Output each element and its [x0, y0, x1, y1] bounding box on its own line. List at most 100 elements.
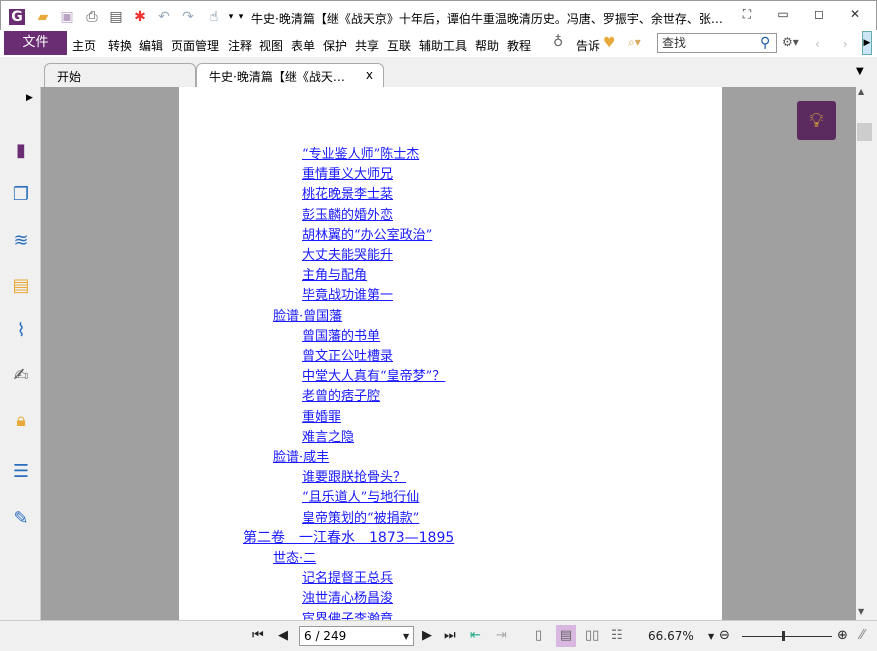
toc-link[interactable]: 大丈夫能哭能升 [302, 244, 393, 263]
security-lock-icon[interactable]: 🔒︎ [9, 409, 33, 433]
menu-share[interactable]: 共享 [355, 37, 379, 54]
expand-panel-icon[interactable]: ▶ [26, 93, 33, 103]
zoom-in-icon[interactable]: ⊕ [837, 628, 848, 643]
layers-icon[interactable]: ≋ [9, 229, 33, 253]
restore-button[interactable]: ◻ [809, 7, 829, 23]
tips-lightbulb-button[interactable]: 💡︎ [797, 101, 836, 140]
last-page-icon[interactable]: ⏭ [444, 628, 456, 643]
tab-start[interactable]: 开始 [44, 63, 196, 87]
page-dropdown-icon[interactable]: ▼ [403, 632, 409, 641]
toc-link[interactable]: 胡林翼的“办公室政治” [302, 224, 432, 243]
single-page-icon[interactable]: ▯ [535, 628, 542, 643]
menu-page-manage[interactable]: 页面管理 [171, 37, 219, 54]
toc-link[interactable]: 主角与配角 [302, 264, 367, 283]
toc-link[interactable]: 重情重义大师兄 [302, 163, 393, 182]
menu-protect[interactable]: 保护 [323, 37, 347, 54]
menu-accessibility[interactable]: 辅助工具 [419, 37, 467, 54]
hand-tool-icon[interactable]: ☝ [206, 9, 222, 25]
toc-link[interactable]: “且乐道人”与地行仙 [302, 486, 419, 505]
zoom-slider[interactable] [742, 636, 832, 637]
app-logo-icon[interactable]: G [9, 9, 25, 25]
first-page-icon[interactable]: ⏮ [252, 628, 264, 643]
save-icon[interactable]: ▣ [59, 9, 75, 25]
next-icon[interactable]: › [843, 37, 848, 51]
scroll-thumb[interactable] [857, 123, 872, 141]
next-view-icon[interactable]: ⇥ [496, 628, 507, 643]
file-menu[interactable]: 文件 [4, 31, 67, 55]
next-page-icon[interactable]: ▶ [422, 628, 432, 643]
toc-link[interactable]: 重婚罪 [302, 406, 341, 425]
toc-link[interactable]: 彭玉麟的婚外恋 [302, 204, 393, 223]
page-number-input[interactable]: 6 / 249 [299, 626, 414, 646]
menu-edit[interactable]: 编辑 [139, 37, 163, 54]
menu-help[interactable]: 帮助 [475, 37, 499, 54]
toc-link[interactable]: 脸谱·咸丰 [273, 446, 329, 465]
close-button[interactable]: ✕ [845, 7, 865, 23]
toc-link[interactable]: 曾文正公吐槽录 [302, 345, 393, 364]
toc-link[interactable]: 世态·二 [273, 547, 316, 566]
toc-link[interactable]: 记名提督王总兵 [302, 567, 393, 586]
minimize-button[interactable]: ▭ [773, 7, 793, 23]
comments-icon[interactable]: ▤ [9, 274, 33, 298]
new-icon[interactable]: ✱ [132, 9, 148, 25]
vertical-scrollbar[interactable]: ▲ ▼ [856, 87, 873, 620]
menu-convert[interactable]: 转换 [108, 37, 132, 54]
continuous-page-icon[interactable]: ▤ [556, 625, 576, 647]
bookmark-icon[interactable]: ▮ [9, 139, 33, 163]
toc-link[interactable]: 桃花晚景李士棻 [302, 183, 393, 202]
menu-connect[interactable]: 互联 [387, 37, 411, 54]
previous-view-icon[interactable]: ⇤ [470, 628, 481, 643]
toc-link[interactable]: 皇帝策划的“被捐款” [302, 507, 419, 526]
open-folder-icon[interactable]: ▰ [35, 9, 51, 25]
zoom-slider-thumb[interactable] [781, 631, 785, 641]
scroll-down-icon[interactable]: ▼ [858, 607, 864, 616]
facing-page-icon[interactable]: ▯▯ [585, 628, 599, 643]
pages-thumbnail-icon[interactable]: ❐ [9, 183, 33, 207]
attachment-icon[interactable]: ⌇ [9, 319, 33, 343]
print-icon[interactable]: ⎙ [84, 9, 100, 25]
toc-link[interactable]: 中堂大人真有“皇帝梦”？ [302, 365, 445, 384]
zoom-level[interactable]: 66.67% [648, 629, 694, 643]
settings-gear-icon[interactable]: ⚙▾ [782, 35, 799, 49]
fullscreen-icon[interactable]: ⛶ [737, 7, 757, 23]
resize-grip-icon[interactable]: ⁄⁄ [860, 628, 864, 643]
signature-icon[interactable]: ✍ [9, 364, 33, 388]
toc-link[interactable]: 毕竟战功谁第一 [302, 284, 393, 303]
menu-home[interactable]: 主页 [72, 37, 96, 54]
menu-tutorial[interactable]: 教程 [507, 37, 531, 54]
search-input[interactable]: 查找 [657, 33, 777, 53]
scroll-up-icon[interactable]: ▲ [858, 87, 864, 96]
certificate-icon[interactable]: ✎ [9, 507, 33, 531]
zoom-out-icon[interactable]: ⊖ [719, 628, 730, 643]
previous-page-icon[interactable]: ◀ [278, 628, 288, 643]
tab-close-button[interactable]: x [366, 68, 373, 82]
menu-view[interactable]: 视图 [259, 37, 283, 54]
toc-link[interactable]: 谁要跟朕抢骨头？ [302, 466, 406, 485]
menu-comment[interactable]: 注释 [228, 37, 252, 54]
toc-link[interactable]: 脸谱·曾国藩 [273, 305, 342, 324]
zoom-dropdown-icon[interactable]: ▼ [708, 632, 714, 641]
toc-link[interactable]: “专业鉴人师”陈士杰 [302, 143, 419, 162]
continuous-facing-icon[interactable]: ☷ [611, 628, 623, 643]
feedback-heart-icon[interactable]: ♥ [603, 35, 616, 51]
tab-label: 牛史·晚清篇【继《战天… [209, 70, 345, 84]
toc-link[interactable]: 宦界佛子李瀚章 [302, 608, 393, 620]
properties-icon[interactable]: ▤ [108, 9, 124, 25]
customize-icon[interactable]: ▾ [233, 9, 249, 25]
prev-icon[interactable]: ‹ [815, 37, 820, 51]
search-icon[interactable]: ⚲ [760, 35, 770, 51]
redo-icon[interactable]: ↷ [180, 9, 196, 25]
toc-link[interactable]: 曾国藩的书单 [302, 325, 380, 344]
tell-me[interactable]: 告诉 [576, 37, 600, 54]
undo-icon[interactable]: ↶ [156, 9, 172, 25]
find-folder-icon[interactable]: ⌕▾ [628, 35, 641, 50]
menu-form[interactable]: 表单 [291, 37, 315, 54]
toc-link[interactable]: 难言之隐 [302, 426, 354, 445]
toc-link[interactable]: 老曾的痞子腔 [302, 385, 380, 404]
tab-list-dropdown-icon[interactable]: ▼ [856, 66, 864, 77]
toc-link[interactable]: 第二卷 一江春水 1873—1895 [243, 527, 454, 547]
toc-link[interactable]: 浊世清心杨昌浚 [302, 587, 393, 606]
tab-document[interactable]: 牛史·晚清篇【继《战天… x [196, 63, 384, 87]
form-fields-icon[interactable]: ☰ [9, 460, 33, 484]
ribbon-scroll-button[interactable]: ▶ [862, 31, 872, 55]
